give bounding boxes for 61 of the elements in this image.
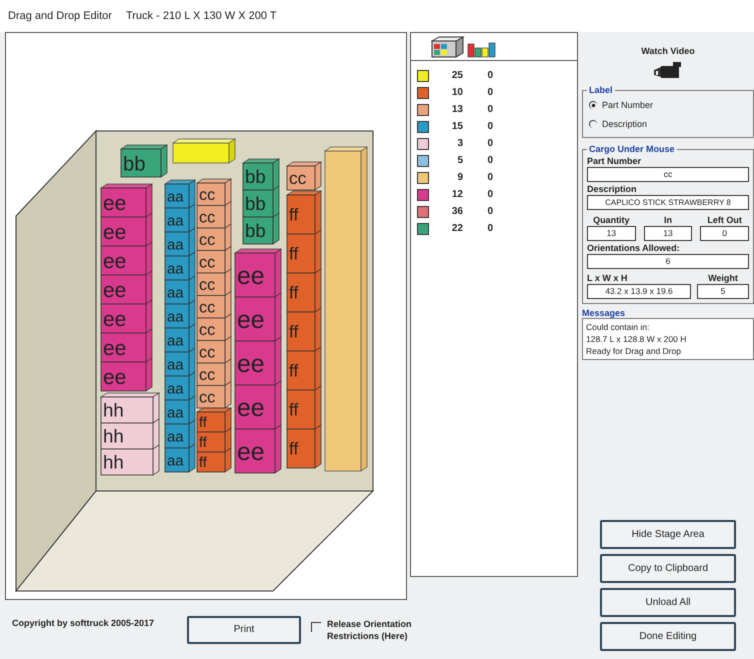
- quantity-text: 12: [450, 189, 463, 200]
- field-label: Description: [587, 184, 638, 194]
- action-button[interactable]: Hide Stage Area: [600, 520, 736, 549]
- watch-video-label: Watch Video: [641, 46, 695, 56]
- weight-field[interactable]: 5: [697, 284, 749, 299]
- quantity-text: 25: [450, 70, 463, 81]
- action-button[interactable]: Copy to Clipboard: [600, 554, 736, 583]
- quantity-text: 9: [456, 172, 463, 183]
- truck-dimensions: Truck - 210 L X 130 W X 200 T: [126, 10, 277, 22]
- truck-view-icon[interactable]: [431, 36, 465, 58]
- action-button[interactable]: Done Editing: [600, 622, 736, 651]
- print-button[interactable]: Print: [187, 616, 301, 644]
- message-text: Ready for Drag and Drop: [586, 345, 682, 357]
- radio-label: Description: [602, 118, 648, 128]
- left-count-text: 0: [486, 104, 493, 115]
- left-count-text: 0: [486, 87, 493, 98]
- description-field[interactable]: CAPLICO STICK STRAWBERRY 8: [587, 195, 749, 210]
- radio-button[interactable]: [589, 120, 597, 128]
- cargo-box: [172, 138, 236, 164]
- boxes-view-icon[interactable]: [467, 42, 497, 58]
- action-button[interactable]: Unload All: [600, 588, 736, 617]
- part-number-field[interactable]: cc: [587, 167, 749, 182]
- field-label: Orientations Allowed:: [587, 243, 681, 253]
- quantity-text: 36: [450, 206, 463, 217]
- quantity-field[interactable]: 13: [587, 226, 636, 241]
- radio-button[interactable]: [589, 100, 597, 108]
- quantity-text: 22: [450, 223, 463, 234]
- left-count-text: 0: [486, 189, 493, 200]
- left-count-text: 0: [486, 155, 493, 166]
- field-label: L x W x H: [587, 273, 628, 283]
- checkbox-label: Release Orientation Restrictions (Here): [327, 618, 413, 642]
- field-label: Weight: [707, 273, 739, 283]
- left-out-field[interactable]: 0: [700, 226, 749, 241]
- message-text: 128.7 L x 128.8 W x 200 H: [586, 333, 688, 345]
- quantity-text: 10: [450, 87, 463, 98]
- quantity-text: 13: [450, 104, 463, 115]
- dimensions-field[interactable]: 43.2 x 13.9 x 19.6: [587, 284, 691, 299]
- quantity-text: 5: [456, 155, 463, 166]
- message-text: Could contain in:: [586, 321, 650, 333]
- left-count-text: 0: [486, 70, 493, 81]
- group-title: Cargo Under Mouse: [588, 144, 676, 154]
- left-count-text: 0: [486, 223, 493, 234]
- field-label: In: [662, 215, 673, 225]
- left-count-text: 0: [486, 121, 493, 132]
- window-title: Drag and Drop Editor: [8, 10, 112, 22]
- field-label: Part Number: [587, 156, 642, 166]
- quantity-text: 3: [456, 138, 463, 149]
- field-label: Left Out: [706, 215, 743, 225]
- in-field[interactable]: 13: [644, 226, 692, 241]
- copyright-text: Copyright by softtruck 2005-2017: [12, 618, 156, 628]
- video-camera-icon[interactable]: [653, 61, 683, 79]
- radio-label: Part Number: [602, 100, 654, 110]
- field-label: Quantity: [592, 215, 631, 225]
- orientations-field[interactable]: 6: [587, 254, 749, 269]
- quantity-text: 15: [450, 121, 463, 132]
- group-title: Messages: [582, 308, 626, 318]
- left-count-text: 0: [486, 172, 493, 183]
- checkbox[interactable]: [311, 622, 321, 632]
- left-count-text: 0: [486, 206, 493, 217]
- left-count-text: 0: [486, 138, 493, 149]
- group-title: Label: [588, 85, 614, 95]
